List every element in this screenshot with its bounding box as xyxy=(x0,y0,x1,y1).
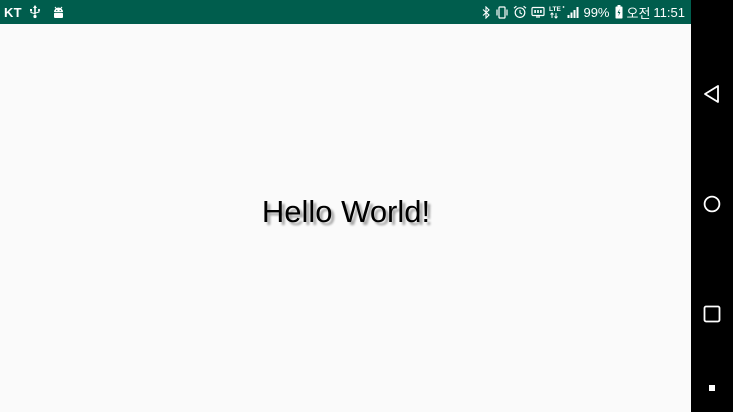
alarm-icon xyxy=(513,0,527,24)
back-icon xyxy=(703,84,721,108)
main-content: Hello World! xyxy=(0,24,691,412)
app-screen: KT LTE 99% 오전 11:51 Hello World! xyxy=(0,0,691,412)
battery-icon xyxy=(615,0,623,24)
navigation-bar xyxy=(691,0,733,412)
back-button[interactable] xyxy=(691,76,733,116)
carrier-label: KT xyxy=(4,4,22,20)
volte-icon xyxy=(531,0,546,24)
status-bar-left: KT xyxy=(4,0,70,24)
battery-percent: 99% xyxy=(583,4,610,20)
status-bar[interactable]: KT LTE 99% 오전 11:51 xyxy=(0,0,691,24)
clock-time: 11:51 xyxy=(653,4,685,20)
recent-apps-button[interactable] xyxy=(691,296,733,336)
bluetooth-icon xyxy=(482,0,491,24)
hello-world-text: Hello World! xyxy=(261,194,431,229)
vibrate-icon xyxy=(495,0,509,24)
recent-apps-icon xyxy=(703,305,721,327)
status-bar-right: LTE 99% 오전 11:51 xyxy=(482,0,685,24)
clock-ampm: 오전 xyxy=(626,5,651,21)
home-icon xyxy=(703,195,721,217)
keyboard-switch-icon xyxy=(708,377,716,396)
android-debug-icon xyxy=(52,0,65,24)
usb-icon xyxy=(29,0,41,24)
lte-icon: LTE xyxy=(549,0,565,24)
svg-text:LTE: LTE xyxy=(549,6,561,13)
home-button[interactable] xyxy=(691,186,733,226)
keyboard-switch-button[interactable] xyxy=(691,366,733,406)
signal-icon xyxy=(567,0,580,24)
